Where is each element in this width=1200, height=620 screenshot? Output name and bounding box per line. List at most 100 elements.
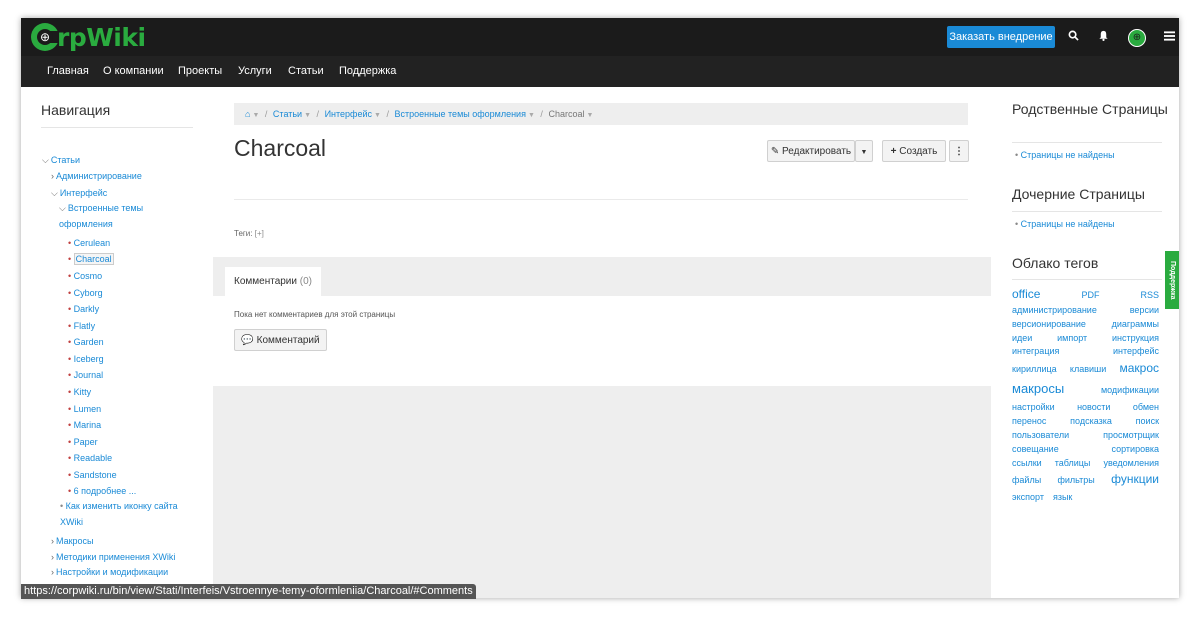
tag-link[interactable]: совещание bbox=[1012, 444, 1059, 454]
edit-button[interactable]: ✎ Редактировать bbox=[767, 140, 855, 162]
breadcrumb-item[interactable]: Интерфейс bbox=[325, 109, 372, 119]
nav-item-macros[interactable]: › Макросы bbox=[51, 536, 94, 546]
caret-down-icon[interactable]: ▼ bbox=[374, 112, 381, 119]
more-actions-button[interactable]: ⋮ bbox=[949, 140, 969, 162]
tag-link[interactable]: просмотрщик bbox=[1103, 430, 1159, 440]
create-button[interactable]: + Создать bbox=[882, 140, 946, 162]
chevron-right-icon[interactable]: › bbox=[51, 536, 54, 546]
divider bbox=[1012, 279, 1162, 280]
tag-link[interactable]: версионирование bbox=[1012, 319, 1086, 329]
tag-link[interactable]: пользователи bbox=[1012, 430, 1069, 440]
comment-button[interactable]: 💬 Комментарий bbox=[234, 329, 327, 351]
breadcrumb-separator: / bbox=[316, 109, 320, 119]
tag-link[interactable]: экспорт bbox=[1012, 492, 1044, 502]
nav-item-journal[interactable]: • Journal bbox=[68, 370, 103, 380]
tag-link[interactable]: новости bbox=[1077, 402, 1110, 412]
tag-link[interactable]: модификации bbox=[1101, 385, 1159, 395]
nav-item-cyborg[interactable]: • Cyborg bbox=[68, 288, 103, 298]
tag-link[interactable]: ссылки bbox=[1012, 458, 1042, 468]
menu-icon[interactable] bbox=[1159, 26, 1179, 48]
nav-item-charcoal[interactable]: • Charcoal bbox=[68, 253, 114, 265]
child-pages-empty: • Страницы не найдены bbox=[1015, 219, 1115, 229]
user-avatar[interactable]: ⊕ bbox=[1128, 29, 1146, 47]
tag-link[interactable]: интерфейс bbox=[1113, 346, 1159, 356]
tag-link[interactable]: кириллица bbox=[1012, 364, 1057, 374]
menu-item-articles[interactable]: Статьи bbox=[288, 56, 324, 87]
tag-link[interactable]: язык bbox=[1053, 492, 1072, 502]
caret-down-icon[interactable]: ▼ bbox=[528, 112, 535, 119]
order-implementation-button[interactable]: Заказать внедрение bbox=[947, 26, 1055, 48]
chevron-right-icon[interactable]: › bbox=[51, 552, 54, 562]
add-tag-link[interactable]: [+] bbox=[255, 229, 264, 238]
breadcrumb-item[interactable]: Статьи bbox=[273, 109, 302, 119]
chevron-right-icon[interactable]: › bbox=[51, 171, 54, 181]
tag-link[interactable]: интеграция bbox=[1012, 346, 1059, 356]
tag-link[interactable]: импорт bbox=[1057, 333, 1087, 343]
tag-link[interactable]: диаграммы bbox=[1112, 319, 1159, 329]
tag-link[interactable]: office bbox=[1012, 287, 1040, 303]
nav-item-administration[interactable]: › Администрирование bbox=[51, 171, 142, 181]
nav-item-iceberg[interactable]: • Iceberg bbox=[68, 354, 104, 364]
nav-item-more[interactable]: • 6 подробнее ... bbox=[68, 486, 136, 496]
tag-link[interactable]: поиск bbox=[1136, 416, 1159, 426]
tag-link[interactable]: PDF bbox=[1081, 287, 1099, 303]
menu-item-services[interactable]: Услуги bbox=[238, 56, 272, 87]
nav-item-darkly[interactable]: • Darkly bbox=[68, 304, 99, 314]
tag-link[interactable]: макрос bbox=[1119, 361, 1159, 375]
breadcrumb-current: Charcoal bbox=[548, 109, 585, 119]
nav-item-paper[interactable]: • Paper bbox=[68, 437, 98, 447]
caret-down-icon[interactable]: ▼ bbox=[304, 112, 311, 119]
tag-link[interactable]: RSS bbox=[1140, 287, 1159, 303]
tag-link[interactable]: администрирование bbox=[1012, 305, 1097, 315]
tag-link[interactable]: перенос bbox=[1012, 416, 1046, 426]
edit-dropdown-button[interactable]: ▼ bbox=[855, 140, 873, 162]
caret-down-icon[interactable]: ▼ bbox=[252, 112, 259, 119]
nav-item-lumen[interactable]: • Lumen bbox=[68, 404, 101, 414]
search-icon[interactable] bbox=[1063, 26, 1083, 48]
support-side-tab[interactable]: Поддержка bbox=[1165, 251, 1179, 309]
home-icon[interactable]: ⌂ bbox=[245, 109, 250, 119]
nav-item-change-icon[interactable]: • Как изменить иконку сайта XWiki bbox=[60, 498, 188, 530]
bell-icon[interactable] bbox=[1093, 26, 1113, 48]
tag-link[interactable]: фильтры bbox=[1058, 475, 1095, 485]
breadcrumb-item[interactable]: Встроенные темы оформления bbox=[394, 109, 525, 119]
tag-link[interactable]: клавиши bbox=[1070, 364, 1106, 374]
tag-link[interactable]: идеи bbox=[1012, 333, 1032, 343]
nav-item-marina[interactable]: • Marina bbox=[68, 420, 101, 430]
nav-item-flatly[interactable]: • Flatly bbox=[68, 321, 95, 331]
tag-link[interactable]: макросы bbox=[1012, 381, 1064, 396]
nav-item-builtin-themes[interactable]: ⌵ Встроенные темы оформления bbox=[59, 200, 159, 232]
chevron-down-icon[interactable]: ⌵ bbox=[51, 188, 58, 198]
menu-item-projects[interactable]: Проекты bbox=[178, 56, 222, 87]
tag-link[interactable]: сортировка bbox=[1112, 444, 1160, 454]
nav-item-articles[interactable]: ⌵ Статьи bbox=[42, 155, 80, 166]
nav-item-readable[interactable]: • Readable bbox=[68, 453, 112, 463]
nav-item-cosmo[interactable]: • Cosmo bbox=[68, 271, 102, 281]
tag-link[interactable]: файлы bbox=[1012, 475, 1041, 485]
tag-link[interactable]: подсказка bbox=[1070, 416, 1112, 426]
nav-item-garden[interactable]: • Garden bbox=[68, 337, 104, 347]
tab-comments[interactable]: Комментарии (0) bbox=[225, 267, 321, 296]
page-card: ⌂ ▼ / Статьи ▼ / Интерфейс ▼ / Встроенные т… bbox=[213, 87, 991, 257]
tag-link[interactable]: обмен bbox=[1133, 402, 1159, 412]
tag-link[interactable]: инструкция bbox=[1112, 333, 1159, 343]
menu-item-support[interactable]: Поддержка bbox=[339, 56, 396, 87]
chevron-down-icon[interactable]: ⌵ bbox=[42, 155, 49, 165]
tag-link[interactable]: таблицы bbox=[1055, 458, 1091, 468]
tag-link[interactable]: функции bbox=[1111, 472, 1159, 486]
nav-item-interface[interactable]: ⌵ Интерфейс bbox=[51, 188, 107, 199]
nav-item-cerulean[interactable]: • Cerulean bbox=[68, 238, 110, 248]
chevron-down-icon[interactable]: ⌵ bbox=[59, 203, 66, 213]
menu-item-home[interactable]: Главная bbox=[47, 56, 89, 87]
chevron-right-icon[interactable]: › bbox=[51, 567, 54, 577]
menu-item-about[interactable]: О компании bbox=[103, 56, 164, 87]
logo[interactable]: ⊕ rpWiki bbox=[31, 22, 146, 52]
tag-link[interactable]: настройки bbox=[1012, 402, 1055, 412]
nav-item-sandstone[interactable]: • Sandstone bbox=[68, 470, 117, 480]
nav-item-kitty[interactable]: • Kitty bbox=[68, 387, 91, 397]
tag-link[interactable]: уведомления bbox=[1103, 458, 1159, 468]
caret-down-icon[interactable]: ▼ bbox=[586, 112, 593, 119]
tag-link[interactable]: версии bbox=[1130, 305, 1159, 315]
related-pages-title: Родственные Страницы bbox=[1012, 101, 1168, 117]
nav-item-methods[interactable]: › Методики применения XWiki bbox=[51, 552, 175, 562]
